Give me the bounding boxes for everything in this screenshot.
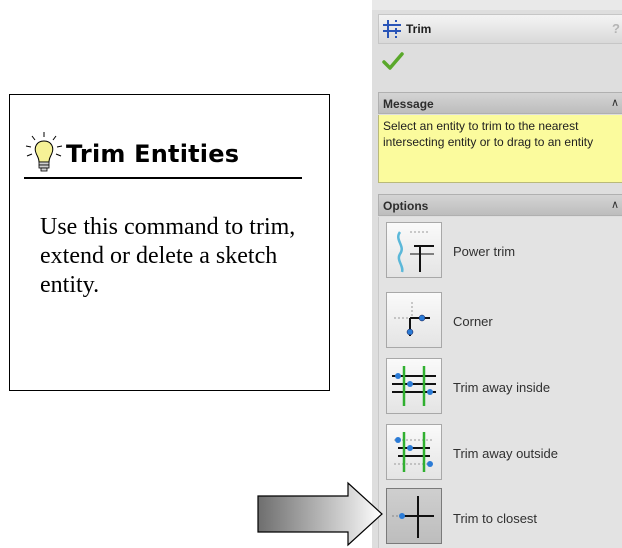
- options-group-header[interactable]: Options ∧: [378, 194, 622, 216]
- option-label-trim-away-inside: Trim away inside: [453, 380, 551, 395]
- trim-property-manager: Trim ? Message ∧ Select an entity to tri…: [372, 0, 622, 548]
- options-group-title: Options: [383, 199, 429, 213]
- callout-description: Use this command to trim, extend or dele…: [40, 214, 296, 298]
- corner-button[interactable]: [386, 292, 442, 348]
- option-label-corner: Corner: [453, 314, 493, 329]
- option-label-trim-to-closest: Trim to closest: [453, 511, 538, 526]
- power-trim-button[interactable]: [386, 222, 442, 278]
- property-manager-header: Trim ?: [378, 14, 622, 44]
- callout-title: Trim Entities: [66, 140, 240, 168]
- trim-icon: [383, 20, 401, 38]
- message-box: Select an entity to trim to the nearest …: [378, 115, 622, 183]
- trim-away-outside-button[interactable]: [386, 424, 442, 480]
- trim-entities-callout: Trim Entities Use this command to trim, …: [9, 94, 330, 391]
- trim-away-inside-button[interactable]: [386, 358, 442, 414]
- pointer-arrow-icon: [257, 481, 383, 547]
- option-label-power-trim: Power trim: [453, 244, 516, 259]
- property-manager-title: Trim: [406, 22, 432, 36]
- ok-checkmark-icon[interactable]: [382, 50, 404, 72]
- trim-to-closest-button[interactable]: [386, 488, 442, 544]
- help-icon[interactable]: ?: [612, 21, 620, 36]
- trim-away-inside-icon: [392, 366, 436, 406]
- collapse-chevron-icon[interactable]: ∧: [611, 96, 619, 109]
- message-group-title: Message: [383, 97, 434, 111]
- option-label-trim-away-outside: Trim away outside: [453, 446, 558, 461]
- power-trim-icon: [397, 231, 434, 273]
- message-group-header[interactable]: Message ∧: [378, 92, 622, 114]
- options-list: Power trim Corner Trim away inside Trim …: [378, 217, 622, 548]
- collapse-chevron-icon[interactable]: ∧: [611, 198, 619, 211]
- callout-header: Trim Entities: [24, 131, 302, 179]
- message-text: Select an entity to trim to the nearest …: [383, 119, 594, 149]
- corner-icon: [394, 302, 430, 336]
- trim-away-outside-icon: [394, 432, 434, 472]
- lightbulb-icon: [25, 132, 63, 172]
- panel-top-strip: [372, 0, 622, 10]
- trim-to-closest-icon: [392, 496, 434, 538]
